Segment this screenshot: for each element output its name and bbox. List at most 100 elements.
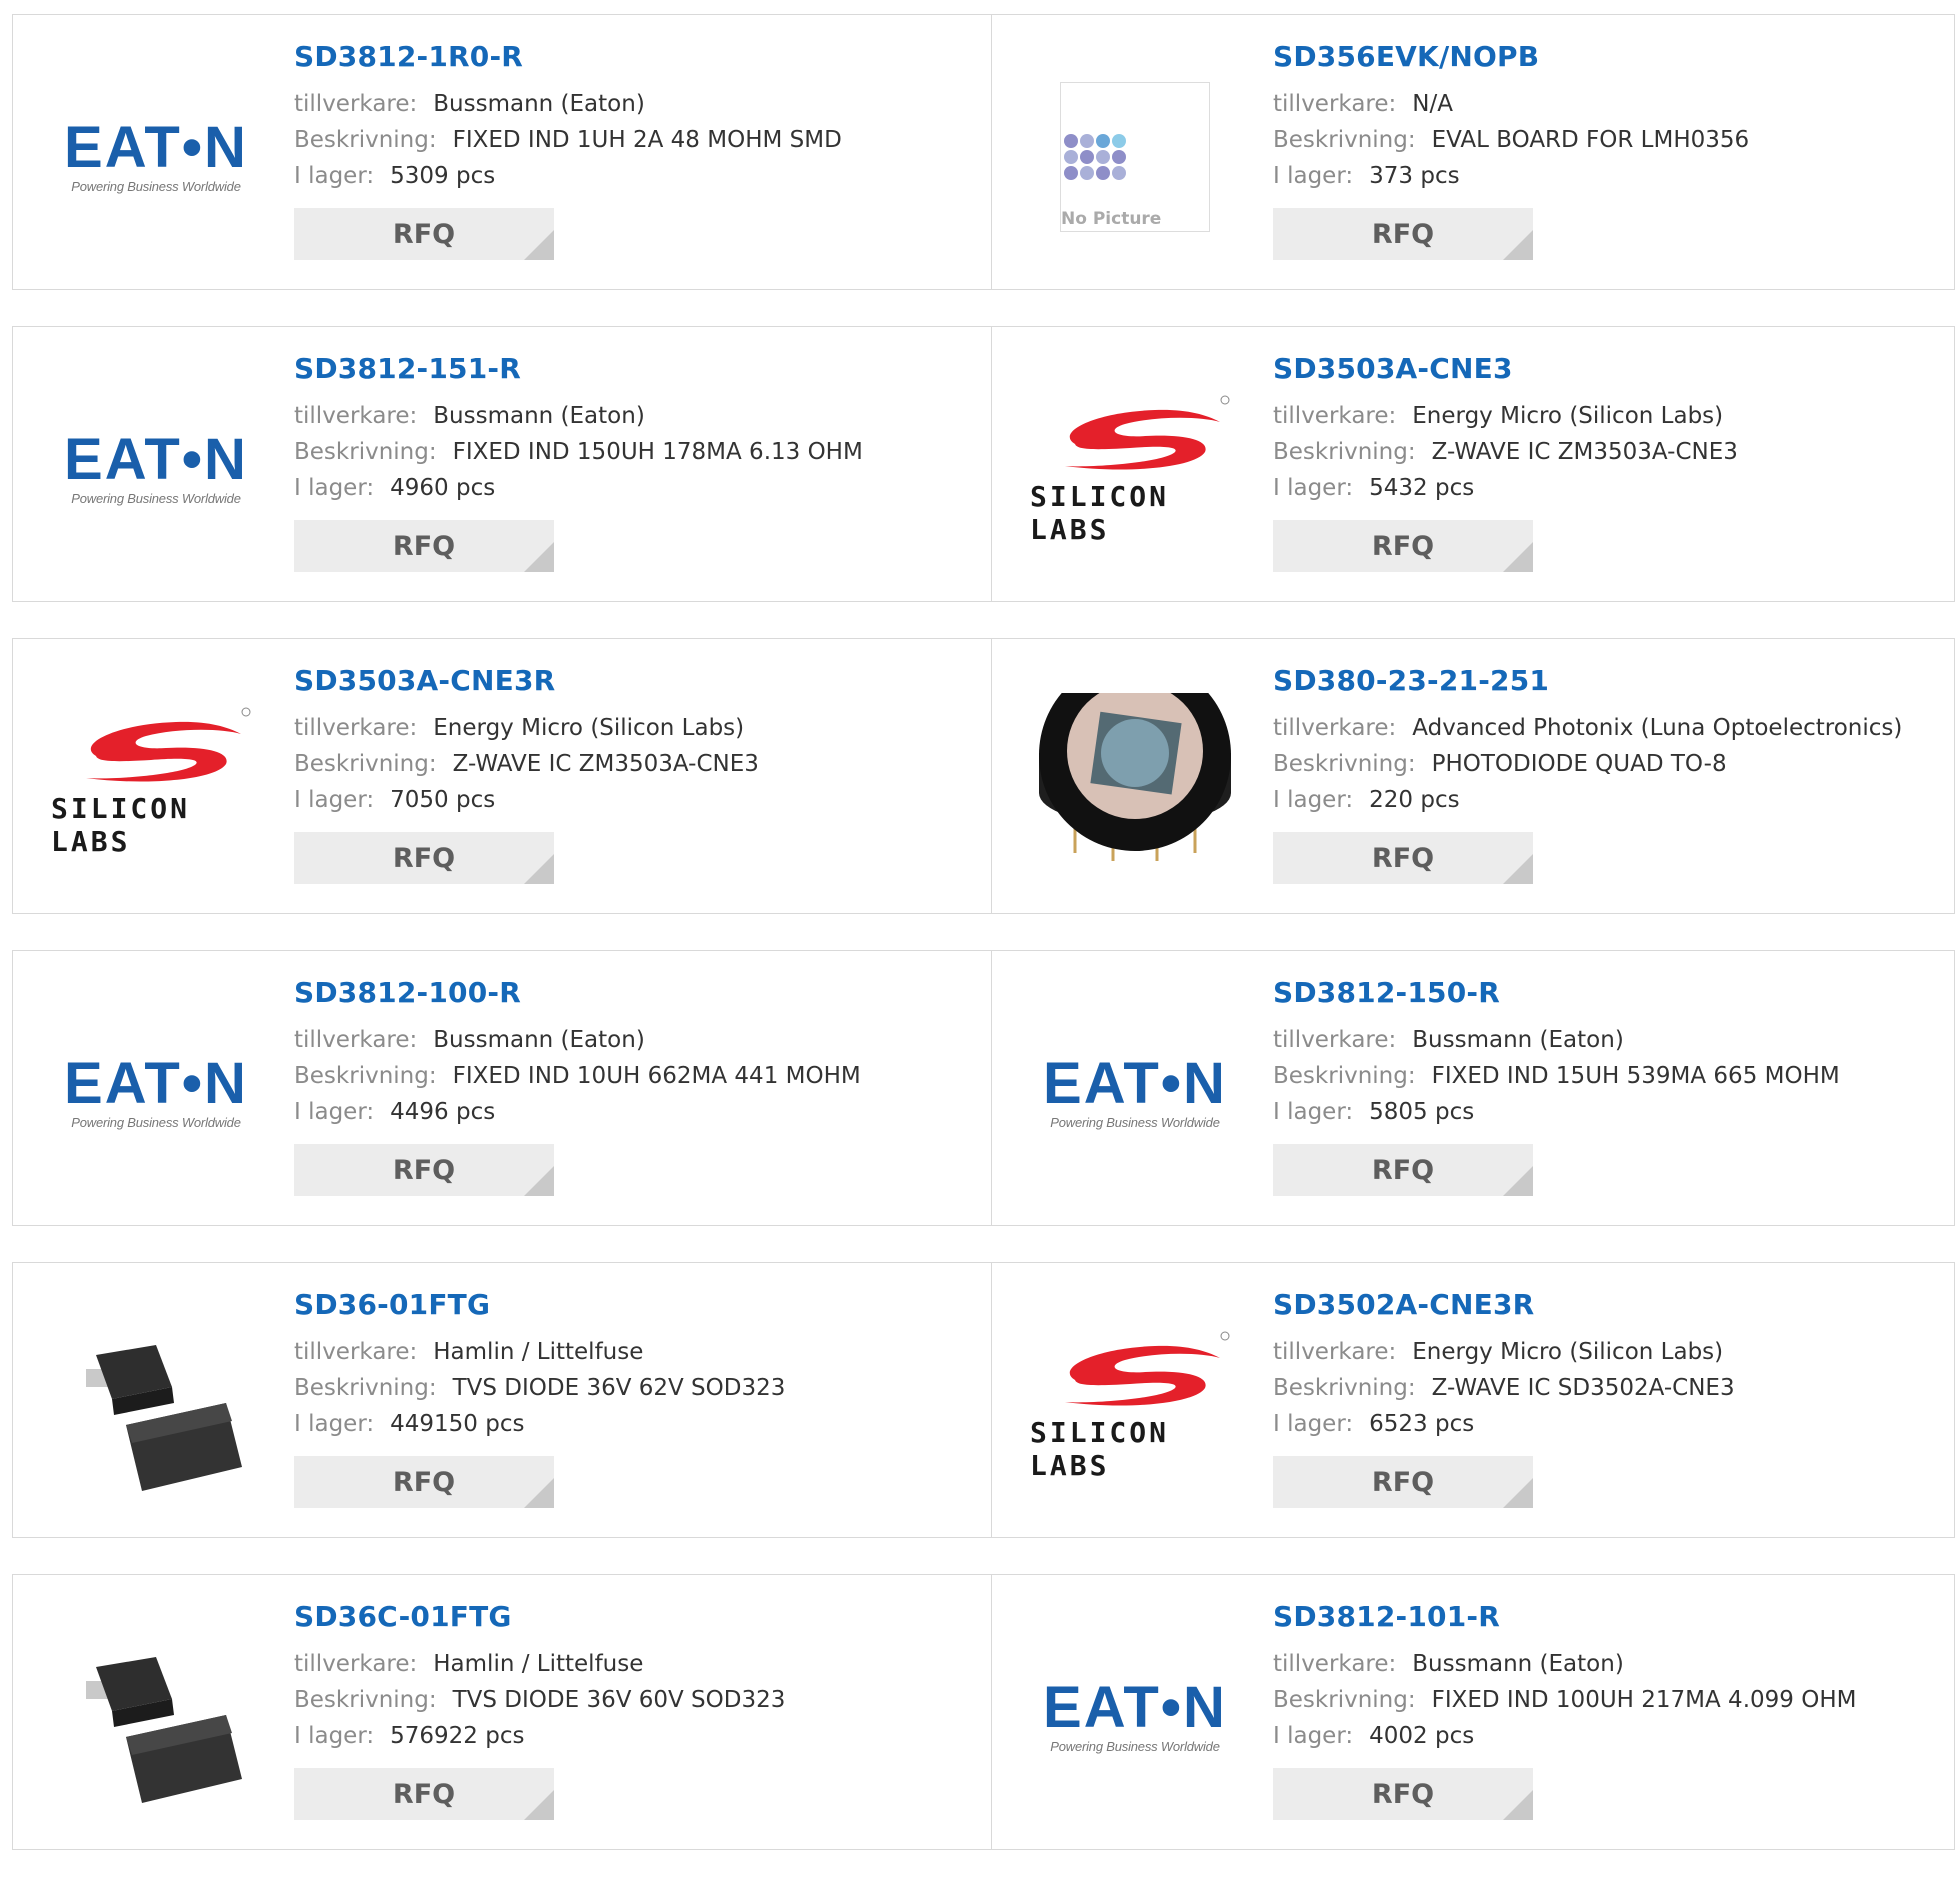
manufacturer-value: Hamlin / Littelfuse — [433, 1651, 644, 1677]
manufacturer-logo: SILICON LABS — [1030, 1317, 1240, 1492]
rfq-label: RFQ — [1371, 842, 1435, 874]
corner-arrow-icon — [1503, 1478, 1533, 1508]
corner-arrow-icon — [524, 1478, 554, 1508]
eaton-tagline: Powering Business Worldwide — [71, 491, 241, 506]
stock-label: I lager: — [1273, 1099, 1354, 1125]
stock-value: 5309 pcs — [390, 163, 496, 189]
product-info: SD3503A-CNE3R tillverkare: Energy Micro (… — [294, 667, 759, 884]
part-number-link[interactable]: SD380-23-21-251 — [1273, 667, 1902, 695]
description-row: Beskrivning: PHOTODIODE QUAD TO-8 — [1273, 753, 1902, 776]
part-number-link[interactable]: SD3812-1R0-R — [294, 43, 842, 71]
eaton-logo: EAT•N Powering Business Worldwide — [64, 1051, 248, 1131]
rfq-button[interactable]: RFQ — [294, 1768, 554, 1820]
eaton-tagline: Powering Business Worldwide — [71, 179, 241, 194]
rfq-button[interactable]: RFQ — [1273, 1456, 1533, 1508]
manufacturer-label: tillverkare: — [1273, 715, 1397, 741]
rfq-button[interactable]: RFQ — [1273, 1144, 1533, 1196]
corner-arrow-icon — [524, 542, 554, 572]
stock-label: I lager: — [1273, 1723, 1354, 1749]
rfq-button[interactable]: RFQ — [294, 520, 554, 572]
corner-arrow-icon — [1503, 542, 1533, 572]
part-number-link[interactable]: SD3812-101-R — [1273, 1603, 1856, 1631]
eaton-wordmark: EAT•N — [64, 1051, 248, 1116]
description-value: PHOTODIODE QUAD TO-8 — [1431, 751, 1727, 777]
manufacturer-row: tillverkare: Advanced Photonix (Luna Opto… — [1273, 717, 1902, 740]
corner-arrow-icon — [1503, 230, 1533, 260]
part-number-link[interactable]: SD356EVK/NOPB — [1273, 43, 1749, 71]
stock-label: I lager: — [294, 1099, 375, 1125]
stock-label: I lager: — [1273, 1411, 1354, 1437]
corner-arrow-icon — [524, 854, 554, 884]
rfq-button[interactable]: RFQ — [294, 208, 554, 260]
manufacturer-row: tillverkare: Energy Micro (Silicon Labs) — [294, 717, 759, 740]
product-row: SD36-01FTG tillverkare: Hamlin / Littelfu… — [12, 1262, 1955, 1538]
description-label: Beskrivning: — [294, 1687, 437, 1713]
part-number-link[interactable]: SD36-01FTG — [294, 1291, 785, 1319]
description-row: Beskrivning: FIXED IND 1UH 2A 48 MOHM SMD — [294, 129, 842, 152]
description-row: Beskrivning: EVAL BOARD FOR LMH0356 — [1273, 129, 1749, 152]
product-info: SD380-23-21-251 tillverkare: Advanced Pho… — [1273, 667, 1902, 884]
eaton-logo: EAT•N Powering Business Worldwide — [1043, 1679, 1227, 1755]
rfq-button[interactable]: RFQ — [294, 832, 554, 884]
corner-arrow-icon — [524, 230, 554, 260]
eaton-tagline: Powering Business Worldwide — [1050, 1739, 1220, 1754]
product-info: SD3812-100-R tillverkare: Bussmann (Eaton… — [294, 979, 861, 1196]
description-value: TVS DIODE 36V 60V SOD323 — [452, 1687, 786, 1713]
stock-row: I lager: 449150 pcs — [294, 1413, 785, 1436]
corner-arrow-icon — [1503, 1166, 1533, 1196]
manufacturer-label: tillverkare: — [294, 715, 418, 741]
stock-label: I lager: — [294, 475, 375, 501]
part-number-link[interactable]: SD36C-01FTG — [294, 1603, 785, 1631]
rfq-button[interactable]: RFQ — [294, 1456, 554, 1508]
description-row: Beskrivning: Z-WAVE IC SD3502A-CNE3 — [1273, 1377, 1735, 1400]
stock-row: I lager: 4496 pcs — [294, 1101, 861, 1124]
rfq-label: RFQ — [1371, 218, 1435, 250]
manufacturer-row: tillverkare: Bussmann (Eaton) — [294, 405, 863, 428]
stock-value: 6523 pcs — [1369, 1411, 1475, 1437]
manufacturer-label: tillverkare: — [294, 1027, 418, 1053]
silicon-labs-wordmark: SILICON LABS — [1030, 1415, 1170, 1482]
manufacturer-logo: EAT•N Powering Business Worldwide — [1030, 1005, 1240, 1180]
stock-row: I lager: 4960 pcs — [294, 477, 863, 500]
rfq-button[interactable]: RFQ — [1273, 1768, 1533, 1820]
rfq-button[interactable]: RFQ — [1273, 832, 1533, 884]
rfq-button[interactable]: RFQ — [294, 1144, 554, 1196]
description-row: Beskrivning: TVS DIODE 36V 60V SOD323 — [294, 1689, 785, 1712]
eaton-logo: EAT•N Powering Business Worldwide — [64, 119, 248, 195]
description-label: Beskrivning: — [1273, 751, 1416, 777]
rfq-label: RFQ — [1371, 1778, 1435, 1810]
description-row: Beskrivning: Z-WAVE IC ZM3503A-CNE3 — [1273, 441, 1738, 464]
manufacturer-row: tillverkare: Energy Micro (Silicon Labs) — [1273, 1341, 1735, 1364]
manufacturer-label: tillverkare: — [1273, 91, 1397, 117]
stock-label: I lager: — [294, 163, 375, 189]
rfq-button[interactable]: RFQ — [1273, 520, 1533, 572]
part-number-link[interactable]: SD3812-151-R — [294, 355, 863, 383]
part-number-link[interactable]: SD3503A-CNE3 — [1273, 355, 1738, 383]
stock-value: 4496 pcs — [390, 1099, 496, 1125]
rfq-button[interactable]: RFQ — [1273, 208, 1533, 260]
part-number-link[interactable]: SD3812-150-R — [1273, 979, 1840, 1007]
part-number-link[interactable]: SD3502A-CNE3R — [1273, 1291, 1735, 1319]
stock-row: I lager: 220 pcs — [1273, 789, 1902, 812]
part-number-link[interactable]: SD3503A-CNE3R — [294, 667, 759, 695]
manufacturer-label: tillverkare: — [1273, 1027, 1397, 1053]
description-row: Beskrivning: TVS DIODE 36V 62V SOD323 — [294, 1377, 785, 1400]
no-picture-placeholder: No Picture — [1060, 81, 1210, 232]
stock-value: 4960 pcs — [390, 475, 496, 501]
product-card: SD380-23-21-251 tillverkare: Advanced Pho… — [992, 638, 1955, 914]
stock-label: I lager: — [1273, 163, 1354, 189]
product-info: SD3503A-CNE3 tillverkare: Energy Micro (S… — [1273, 355, 1738, 572]
manufacturer-label: tillverkare: — [294, 1651, 418, 1677]
product-info: SD3812-150-R tillverkare: Bussmann (Eaton… — [1273, 979, 1840, 1196]
manufacturer-value: Bussmann (Eaton) — [433, 91, 645, 117]
description-value: Z-WAVE IC ZM3503A-CNE3 — [452, 751, 759, 777]
stock-value: 5805 pcs — [1369, 1099, 1475, 1125]
stock-value: 5432 pcs — [1369, 475, 1475, 501]
no-picture-icon — [1064, 133, 1126, 180]
part-number-link[interactable]: SD3812-100-R — [294, 979, 861, 1007]
description-label: Beskrivning: — [294, 127, 437, 153]
corner-arrow-icon — [1503, 1790, 1533, 1820]
product-row: SD36C-01FTG tillverkare: Hamlin / Littelf… — [12, 1574, 1955, 1850]
manufacturer-logo: No Picture — [1030, 69, 1240, 244]
photodiode-image — [1039, 693, 1231, 861]
